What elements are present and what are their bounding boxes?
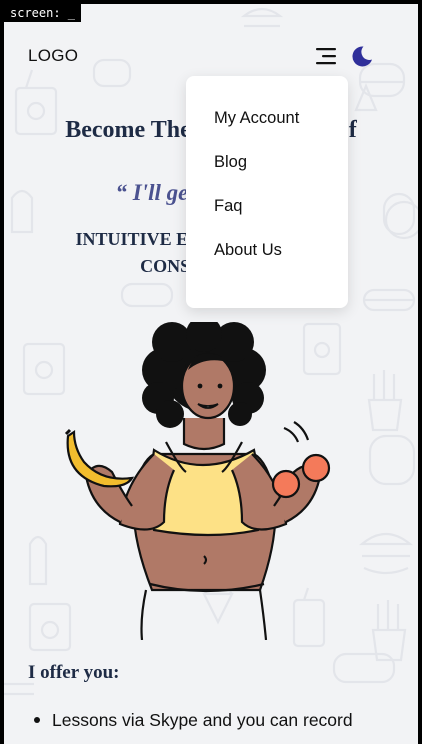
menu-item-blog[interactable]: Blog	[186, 142, 348, 186]
nav-dropdown-menu: My Account Blog Faq About Us	[186, 76, 348, 308]
offer-title: I offer you:	[28, 662, 120, 683]
offer-list-item: Lessons via Skype and you can record	[32, 706, 392, 734]
site-logo[interactable]: LOGO	[28, 46, 78, 66]
woman-fitness-illustration	[64, 322, 331, 640]
menu-item-my-account[interactable]: My Account	[186, 98, 348, 142]
page-screen: LOGO Become The Best Version Of You “ I'…	[4, 4, 418, 744]
menu-item-faq[interactable]: Faq	[186, 186, 348, 230]
moon-icon[interactable]	[350, 44, 374, 68]
screen-tag: screen: _	[4, 4, 82, 22]
hamburger-menu-icon[interactable]	[315, 47, 337, 65]
offer-list: Lessons via Skype and you can record	[32, 706, 392, 734]
menu-item-about-us[interactable]: About Us	[186, 230, 348, 274]
